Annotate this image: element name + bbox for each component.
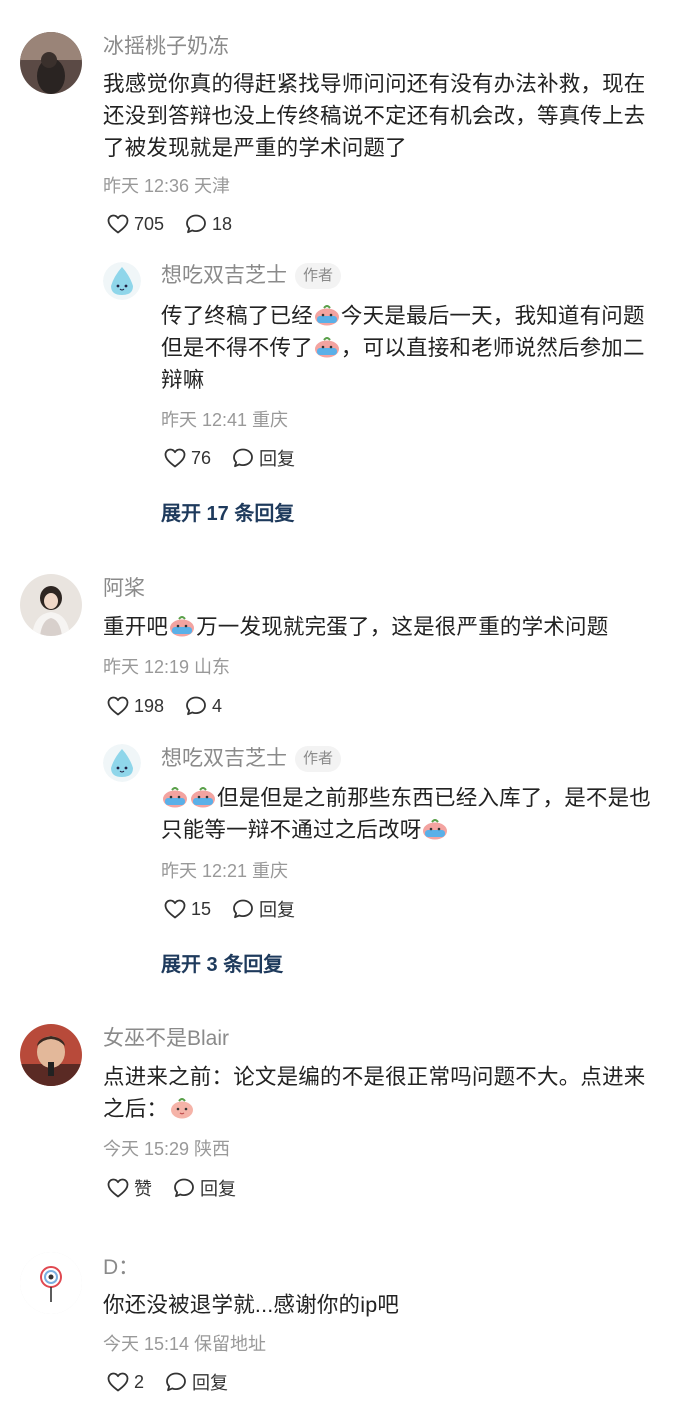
comment-username[interactable]: 阿桨: [103, 575, 145, 603]
like-count: 705: [134, 213, 165, 234]
reply-label: 回复: [192, 1373, 229, 1393]
reply-count-button[interactable]: 18: [184, 212, 232, 236]
avatar[interactable]: [20, 574, 82, 636]
peach-face-emoji-icon: [169, 1097, 195, 1119]
reply-label: 回复: [200, 1179, 236, 1199]
reply-count-button[interactable]: 4: [184, 694, 222, 718]
like-button[interactable]: 2: [106, 1370, 144, 1394]
heart-icon: [106, 694, 130, 718]
crying-emoji-icon: [314, 304, 340, 326]
comment-actions: 2 回复: [106, 1368, 248, 1396]
like-count: 2: [134, 1371, 145, 1392]
comment-bubble-icon: [231, 897, 255, 921]
crying-emoji-icon: [314, 336, 340, 358]
comment-bubble-icon: [184, 694, 208, 718]
author-badge: 作者: [295, 263, 342, 289]
like-button[interactable]: 198: [106, 694, 164, 718]
comment-time-location: 昨天 12:19 山东: [103, 657, 231, 677]
avatar[interactable]: [103, 262, 141, 300]
reply-username[interactable]: 想吃双吉芝士 作者: [161, 745, 342, 773]
reply-button[interactable]: 回复: [231, 445, 295, 471]
author-badge: 作者: [295, 746, 342, 772]
crying-emoji-icon: [422, 818, 448, 840]
reply-username-text: 想吃双吉芝士: [161, 747, 287, 770]
comment-time-location: 昨天 12:36 天津: [103, 176, 231, 196]
reply-count: 4: [212, 695, 223, 716]
comment-actions: 赞 回复: [106, 1174, 256, 1202]
like-button[interactable]: 705: [106, 212, 164, 236]
comment-text-part: 万一发现就完蛋了，这是很严重的学术问题: [196, 615, 609, 639]
heart-icon: [106, 1176, 130, 1200]
reply-label: 回复: [259, 900, 296, 920]
like-count: 198: [134, 695, 165, 716]
reply-text: 传了终稿了已经 今天是最后一天，我知道有问题但是不得不传了 ，可以直接和老师说然后参…: [161, 300, 651, 396]
comment-time-location: 今天 15:14 保留地址: [103, 1334, 267, 1354]
comment-actions: 198 4: [106, 692, 242, 720]
like-count: 15: [191, 898, 212, 919]
expand-replies-link[interactable]: 展开 17 条回复: [161, 497, 294, 526]
reply-count: 18: [212, 213, 233, 234]
reply-username-text: 想吃双吉芝士: [161, 264, 287, 287]
comment-username[interactable]: 冰摇桃子奶冻: [103, 33, 229, 61]
comment-text: 我感觉你真的得赶紧找导师问问还有没有办法补救，现在还没到答辩也没上传终稿说不定还…: [103, 72, 646, 160]
reply-button[interactable]: 回复: [164, 1369, 228, 1395]
comment-actions: 705 18: [106, 210, 252, 238]
reply-text: 但是但是之前那些东西已经入库了，是不是也只能等一辩不通过之后改呀: [161, 782, 651, 846]
like-label: 赞: [134, 1179, 152, 1199]
like-count: 76: [191, 447, 212, 468]
avatar[interactable]: [20, 1024, 82, 1086]
comment-bubble-icon: [184, 212, 208, 236]
heart-icon: [106, 212, 130, 236]
like-button[interactable]: 赞: [106, 1175, 152, 1201]
reply-username[interactable]: 想吃双吉芝士 作者: [161, 262, 342, 290]
comment-text-part: 重开吧: [103, 615, 169, 639]
reply-button[interactable]: 回复: [231, 896, 295, 922]
comment-bubble-icon: [172, 1176, 196, 1200]
crying-emoji-icon: [169, 615, 195, 637]
comment-time-location: 今天 15:29 陕西: [103, 1139, 231, 1159]
crying-emoji-icon: [190, 786, 216, 808]
reply-time-location: 昨天 12:21 重庆: [161, 861, 289, 881]
reply-actions: 76 回复: [163, 444, 315, 472]
reply-actions: 15 回复: [163, 895, 315, 923]
reply-time-location: 昨天 12:41 重庆: [161, 410, 289, 430]
comment-bubble-icon: [231, 446, 255, 470]
comment-username[interactable]: 女巫不是Blair: [103, 1025, 229, 1053]
reply-label: 回复: [259, 449, 296, 469]
heart-icon: [106, 1370, 130, 1394]
avatar[interactable]: [20, 1252, 82, 1314]
expand-replies-link[interactable]: 展开 3 条回复: [161, 948, 283, 977]
comment-text: 重开吧 万一发现就完蛋了，这是很严重的学术问题: [103, 611, 648, 643]
avatar[interactable]: [103, 744, 141, 782]
comment-text: 点进来之前：论文是编的不是很正常吗问题不大。点进来之后：: [103, 1061, 648, 1125]
comment-username[interactable]: D：: [103, 1254, 139, 1282]
reply-button[interactable]: 回复: [172, 1175, 236, 1201]
reply-text-part: 传了终稿了已经: [161, 304, 313, 328]
reply-text-part: 但是但是之前那些东西已经入库了，是不是也只能等一辩不通过之后改呀: [161, 786, 652, 842]
like-button[interactable]: 76: [163, 446, 211, 470]
heart-icon: [163, 897, 187, 921]
like-button[interactable]: 15: [163, 897, 211, 921]
avatar[interactable]: [20, 32, 82, 94]
crying-emoji-icon: [162, 786, 188, 808]
heart-icon: [163, 446, 187, 470]
comment-bubble-icon: [164, 1370, 188, 1394]
comment-text: 你还没被退学就...感谢你的ip吧: [103, 1293, 400, 1317]
